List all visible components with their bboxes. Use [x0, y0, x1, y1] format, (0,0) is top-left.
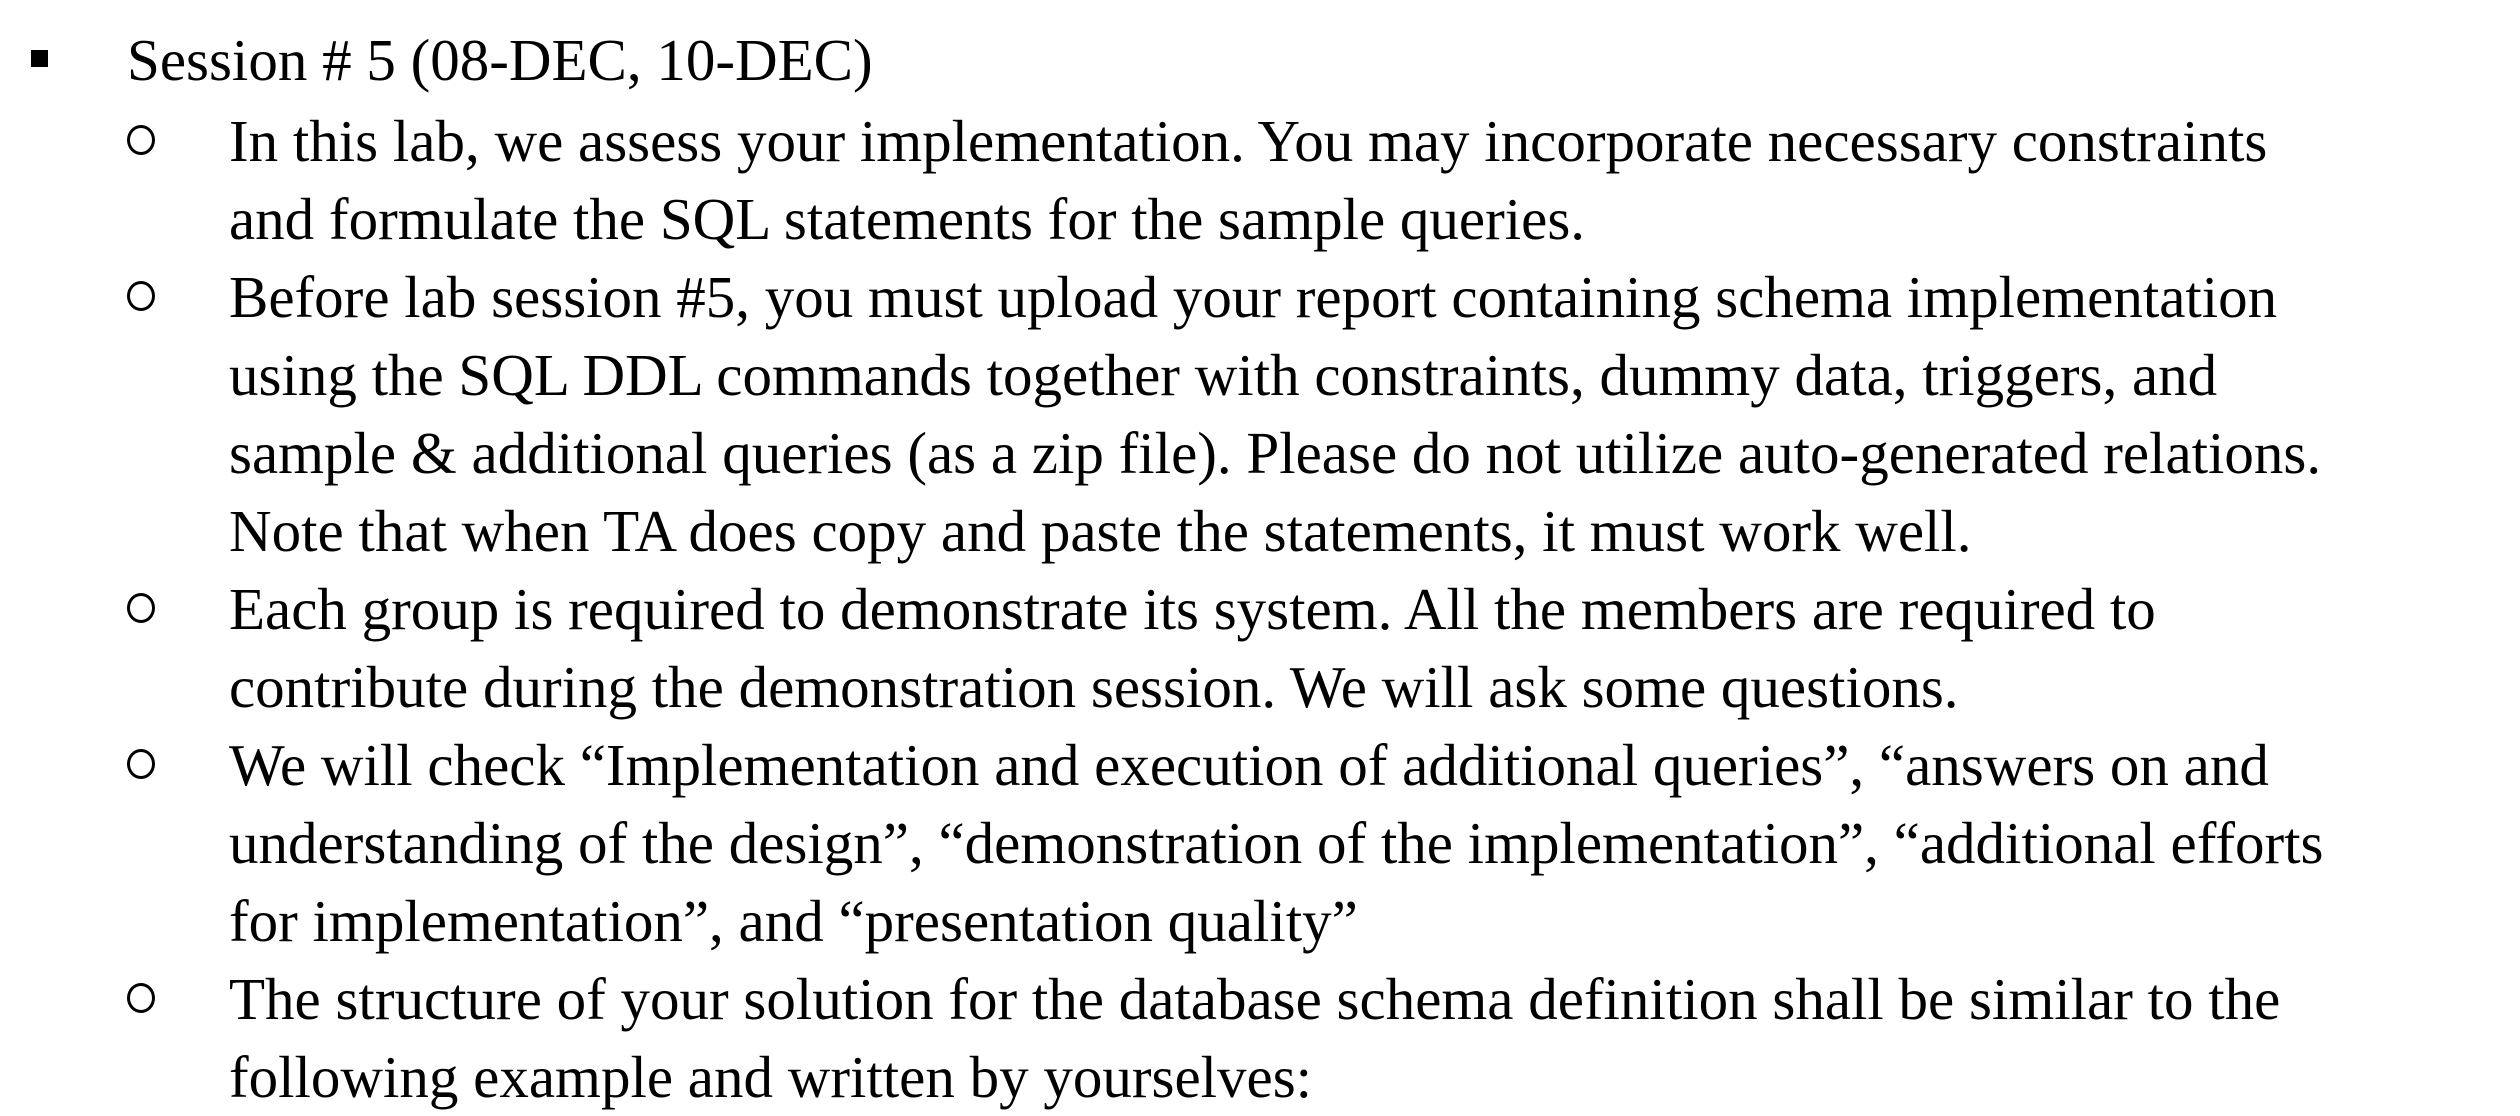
text-line: In this lab, we assess your implementati…	[229, 108, 2268, 174]
list-item: Before lab session #5, you must upload y…	[0, 258, 2520, 570]
text-line: following example and written by yoursel…	[229, 1044, 1313, 1110]
list-item-text: We will check “Implementation and execut…	[229, 726, 2489, 960]
text-line: understanding of the design”, “demonstra…	[229, 810, 2324, 876]
text-line: for implementation”, and “presentation q…	[229, 888, 1358, 954]
circle-bullet-icon	[124, 590, 156, 623]
list-item: In this lab, we assess your implementati…	[0, 102, 2520, 258]
text-line: We will check “Implementation and execut…	[229, 732, 2269, 798]
text-line: using the SQL DDL commands together with…	[229, 342, 2218, 408]
list-item-text: The structure of your solution for the d…	[229, 960, 2489, 1116]
text-line: sample & additional queries (as a zip fi…	[229, 420, 2322, 486]
circle-bullet-icon	[124, 746, 156, 779]
session-heading: Session # 5 (08-DEC, 10-DEC)	[0, 18, 2520, 102]
text-line: Each group is required to demonstrate it…	[229, 576, 2156, 642]
text-line: contribute during the demonstration sess…	[229, 654, 1959, 720]
list-item-text: Before lab session #5, you must upload y…	[229, 258, 2489, 570]
document-page: Session # 5 (08-DEC, 10-DEC) In this lab…	[0, 0, 2520, 1112]
circle-bullet-icon	[124, 980, 156, 1013]
circle-bullet-icon	[124, 278, 156, 311]
session-title: Session # 5 (08-DEC, 10-DEC)	[127, 27, 873, 93]
list-item: Each group is required to demonstrate it…	[0, 570, 2520, 726]
text-line: Note that when TA does copy and paste th…	[229, 498, 1972, 564]
list-item: The structure of your solution for the d…	[0, 960, 2520, 1112]
square-bullet-icon	[31, 50, 48, 67]
list-item-text: In this lab, we assess your implementati…	[229, 102, 2489, 258]
text-line: Before lab session #5, you must upload y…	[229, 264, 2278, 330]
text-line: and formulate the SQL statements for the…	[229, 186, 1586, 252]
list-item-text: Each group is required to demonstrate it…	[229, 570, 2489, 726]
text-line: The structure of your solution for the d…	[229, 966, 2281, 1032]
list-item: We will check “Implementation and execut…	[0, 726, 2520, 960]
circle-bullet-icon	[124, 122, 156, 155]
